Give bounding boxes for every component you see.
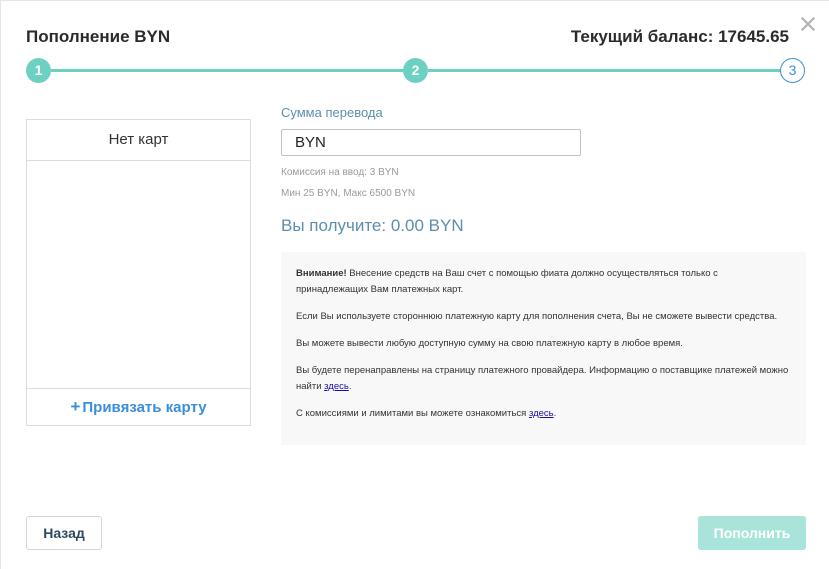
warning-title: Внимание! xyxy=(296,268,347,279)
amount-label: Сумма перевода xyxy=(281,105,383,120)
deposit-form: Сумма перевода BYN Комиссия на ввод: 3 B… xyxy=(281,105,806,236)
add-card-label: Привязать карту xyxy=(82,399,207,416)
current-balance: Текущий баланс: 17645.65 xyxy=(570,27,789,46)
notice-warning: Внимание! Внесение средств на Ваш счет с… xyxy=(296,266,790,298)
warning-text: Внесение средств на Ваш счет с помощью ф… xyxy=(296,268,718,295)
deposit-modal: Пополнение BYN Текущий баланс: 17645.65 … xyxy=(0,0,829,569)
step-connector xyxy=(51,69,403,72)
fees-end: . xyxy=(553,408,557,419)
modal-title: Пополнение BYN xyxy=(26,27,171,46)
redirect-text: Вы будете перенаправлены на страницу пла… xyxy=(296,365,789,392)
submit-button[interactable]: Пополнить xyxy=(698,516,806,550)
close-icon[interactable] xyxy=(799,15,817,33)
cards-panel: Нет карт + Привязать карту xyxy=(26,119,251,426)
provider-info-link[interactable]: здесь xyxy=(324,381,349,392)
add-card-button[interactable]: + Привязать карту xyxy=(27,388,250,425)
no-cards-label: Нет карт xyxy=(27,120,250,161)
receive-amount: Вы получите: 0.00 BYN xyxy=(281,216,464,235)
step-2: 2 xyxy=(403,58,428,83)
notice-withdraw: Вы можете вывести любую доступную сумму … xyxy=(296,338,683,349)
step-3: 3 xyxy=(780,58,805,83)
redirect-end: . xyxy=(348,381,352,392)
limits-hint: Мин 25 BYN, Макс 6500 BYN xyxy=(281,188,416,199)
plus-icon: + xyxy=(70,397,81,416)
notice-redirect: Вы будете перенаправлены на страницу пла… xyxy=(296,363,790,395)
progress-stepper: 1 2 3 xyxy=(26,58,806,84)
step-connector xyxy=(428,69,780,72)
fees-text: С комиссиями и лимитами вы можете ознако… xyxy=(296,408,529,419)
notice-fees: С комиссиями и лимитами вы можете ознако… xyxy=(296,406,790,422)
commission-hint: Комиссия на ввод: 3 BYN xyxy=(281,167,399,178)
amount-input[interactable]: BYN xyxy=(281,129,581,156)
fees-link[interactable]: здесь xyxy=(529,408,554,419)
notice-third-party-card: Если Вы используете стороннюю платежную … xyxy=(296,311,778,322)
back-button[interactable]: Назад xyxy=(26,516,102,550)
notice-box: Внимание! Внесение средств на Ваш счет с… xyxy=(281,252,806,445)
step-1: 1 xyxy=(26,58,51,83)
